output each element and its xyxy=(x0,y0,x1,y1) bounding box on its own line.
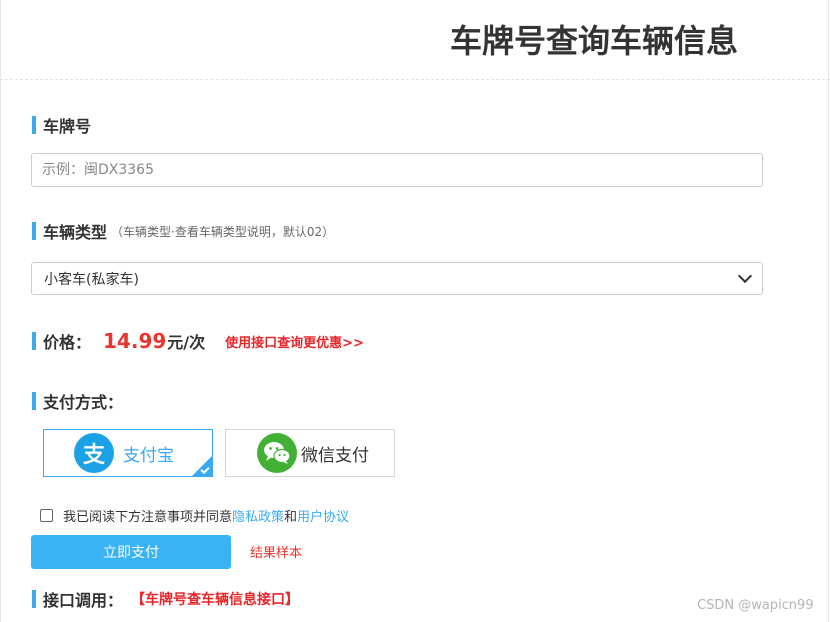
payment-section-label: 支付方式： xyxy=(32,391,124,412)
page-header: 车牌号查询车辆信息 xyxy=(0,0,830,80)
alipay-option[interactable]: 支 支付宝 xyxy=(43,429,213,477)
plate-label: 车牌号 xyxy=(43,117,92,136)
price-value: 14.99 xyxy=(103,329,167,353)
agreement-and: 和 xyxy=(284,510,298,525)
api-link[interactable]: 【车牌号查车辆信息接口】 xyxy=(131,589,299,609)
alipay-label: 支付宝 xyxy=(123,445,174,466)
pay-now-button[interactable]: 立即支付 xyxy=(31,535,231,569)
price-row: 价格： 14.99 元/次 使用接口查询更优惠>> xyxy=(32,328,364,354)
user-agreement-link[interactable]: 用户协议 xyxy=(297,506,349,525)
api-discount-link[interactable]: 使用接口查询更优惠>> xyxy=(225,332,364,351)
alipay-icon: 支 xyxy=(74,433,114,473)
section-accent-bar xyxy=(32,332,36,350)
page-title: 车牌号查询车辆信息 xyxy=(450,22,739,60)
page-border-right xyxy=(828,0,829,622)
section-accent-bar xyxy=(32,222,36,240)
vehicle-type-section-label: 车辆类型 （车辆类型·查看车辆类型说明，默认02） xyxy=(32,221,335,242)
agreement-text: 我已阅读下方注意事项并同意 xyxy=(63,510,233,525)
payment-label: 支付方式： xyxy=(43,393,124,412)
vehicle-type-select[interactable]: 小客车(私家车) xyxy=(31,262,763,295)
vehicle-type-note: （车辆类型·查看车辆类型说明，默认02） xyxy=(111,224,335,239)
watermark: CSDN @wapicn99 xyxy=(697,598,814,613)
wechat-icon xyxy=(257,433,297,473)
api-label: 接口调用： xyxy=(43,591,124,610)
plate-section-label: 车牌号 xyxy=(32,115,92,136)
price-label: 价格： xyxy=(43,333,92,352)
agreement-checkbox[interactable] xyxy=(40,509,53,522)
wechat-pay-label: 微信支付 xyxy=(301,445,369,466)
section-accent-bar xyxy=(32,392,36,410)
section-accent-bar xyxy=(32,116,36,134)
wechat-pay-option[interactable]: 微信支付 xyxy=(225,429,395,477)
page-border-left xyxy=(0,0,1,622)
agreement-row: 我已阅读下方注意事项并同意 隐私政策 和 用户协议 xyxy=(40,506,349,525)
plate-input[interactable] xyxy=(31,153,763,187)
price-unit: 元/次 xyxy=(167,333,206,352)
vehicle-type-selected-value: 小客车(私家车) xyxy=(44,271,139,288)
api-section-label: 接口调用： 【车牌号查车辆信息接口】 xyxy=(32,589,299,610)
vehicle-type-label: 车辆类型 xyxy=(43,223,108,242)
result-sample-link[interactable]: 结果样本 xyxy=(250,542,302,561)
chevron-down-icon xyxy=(737,268,753,284)
privacy-policy-link[interactable]: 隐私政策 xyxy=(232,506,284,525)
section-accent-bar xyxy=(32,590,36,608)
